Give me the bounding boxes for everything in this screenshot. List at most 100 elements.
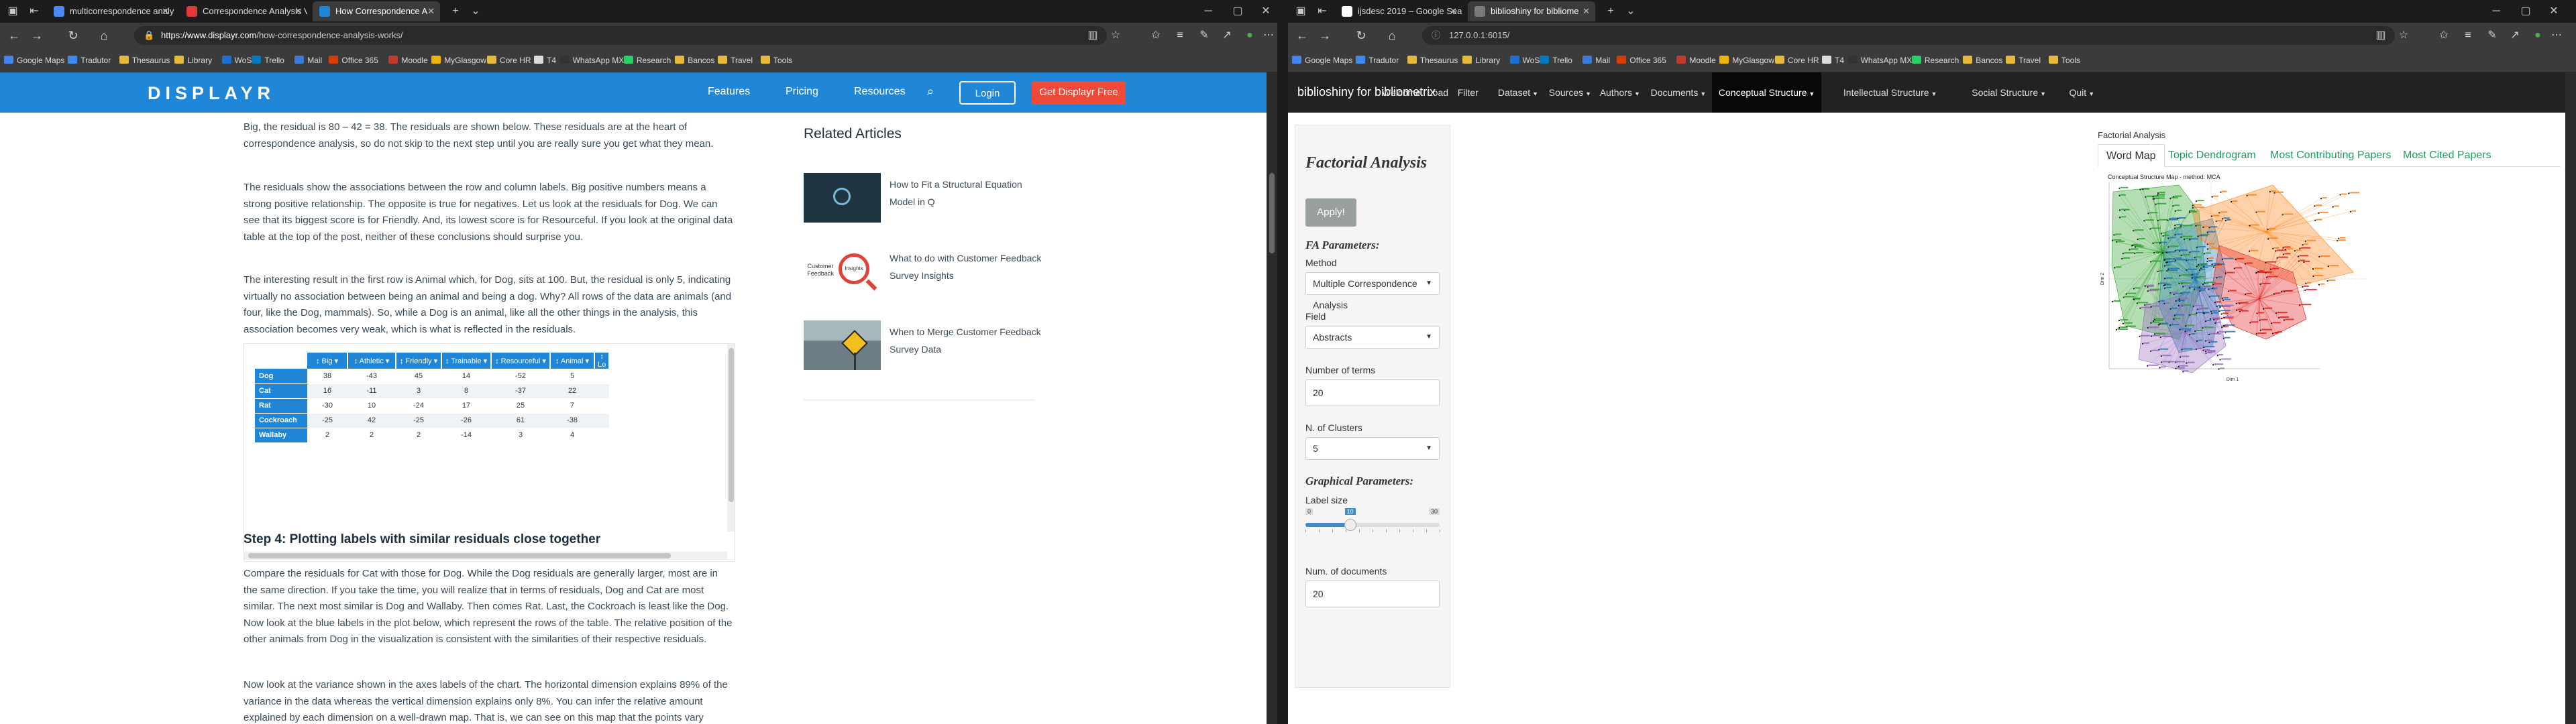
tab-list-icon[interactable]: ⌄	[466, 1, 486, 21]
favorite-tradutor[interactable]: Tradutor	[68, 48, 111, 72]
favorite-t4[interactable]: T4	[1822, 48, 1844, 72]
tab-1[interactable]: ijsdesc 2019 – Google Search ✕	[1335, 1, 1462, 21]
menu-filter[interactable]: Filter	[1458, 87, 1479, 98]
favorite-google-maps[interactable]: Google Maps	[4, 48, 64, 72]
favorite-office-365[interactable]: Office 365	[329, 48, 378, 72]
back-icon[interactable]: ←	[1292, 25, 1312, 46]
favorite-moodle[interactable]: Moodle	[1676, 48, 1716, 72]
favorite-t4[interactable]: T4	[534, 48, 556, 72]
reading-view-icon[interactable]: ▥	[1083, 25, 1103, 46]
field-select[interactable]: Abstracts ▼	[1305, 326, 1440, 349]
reading-view-icon[interactable]: ▥	[2371, 25, 2391, 46]
column-header[interactable]: ↕ Lo	[594, 353, 610, 369]
favorite-wos[interactable]: WoS	[1509, 48, 1540, 72]
menu-conceptual-structure[interactable]: Conceptual Structure ▼	[1711, 72, 1822, 113]
close-tab-icon[interactable]: ✕	[427, 1, 435, 21]
share-icon[interactable]: ↗	[2505, 25, 2525, 46]
close-tab-icon[interactable]: ✕	[162, 1, 169, 21]
window-menu-icon[interactable]: ▣	[1291, 1, 1311, 21]
favorite-office-365[interactable]: Office 365	[1617, 48, 1666, 72]
favorite-bancos[interactable]: Bancos	[675, 48, 714, 72]
maximize-icon[interactable]: ▢	[2516, 1, 2536, 21]
table-vertical-scrollbar[interactable]	[727, 344, 735, 532]
tab-most-cited-papers[interactable]: Most Cited Papers	[2395, 144, 2500, 167]
favorite-myglasgow[interactable]: MyGlasgow	[1719, 48, 1774, 72]
more-icon[interactable]: ⋯	[1258, 25, 1279, 46]
favorite-whatsapp-mx[interactable]: WhatsApp MX	[559, 48, 624, 72]
close-tab-icon[interactable]: ✕	[1450, 1, 1457, 21]
column-header[interactable]: ↕ Friendly ▾	[396, 353, 442, 369]
favorite-core-hr[interactable]: Core HR	[486, 48, 531, 72]
refresh-icon[interactable]: ↻	[63, 25, 83, 46]
column-header[interactable]: ↕ Resourceful ▾	[491, 353, 551, 369]
url-field[interactable]: ⓘ 127.0.0.1:6015/	[1422, 26, 2395, 45]
pen-icon[interactable]: ✎	[2482, 25, 2502, 46]
labelsize-slider[interactable]: 0 30 10	[1305, 507, 1440, 547]
search-icon[interactable]: ⌕	[927, 84, 934, 99]
favorite-mail[interactable]: Mail	[1582, 48, 1610, 72]
page-scrollbar[interactable]	[1267, 72, 1277, 724]
favorite-trello[interactable]: Trello	[1540, 48, 1572, 72]
favorite-thesaurus[interactable]: Thesaurus	[1407, 48, 1458, 72]
nav-resources[interactable]: Resources	[854, 86, 905, 98]
tab-3[interactable]: How Correspondence A ✕	[313, 1, 440, 21]
minimize-icon[interactable]: ─	[1198, 1, 1218, 21]
tab-2[interactable]: biblioshiny for bibliome ✕	[1468, 1, 1595, 21]
close-tab-icon[interactable]: ✕	[294, 1, 302, 21]
nav-features[interactable]: Features	[708, 86, 750, 98]
home-icon[interactable]: ⌂	[1382, 25, 1402, 46]
menu-welcome[interactable]: Welcome	[1382, 87, 1421, 98]
favorites-icon[interactable]: ✩	[1146, 25, 1166, 46]
favorite-tools[interactable]: Tools	[2048, 48, 2080, 72]
tab-2[interactable]: Correspondence Analysis Vi ✕	[180, 1, 307, 21]
extension-icon[interactable]: ●	[1240, 25, 1260, 46]
related-article-3[interactable]: When to Merge Customer Feedback Survey D…	[804, 320, 1045, 374]
tab-list-icon[interactable]: ⌄	[1621, 1, 1641, 21]
home-icon[interactable]: ⌂	[94, 25, 114, 46]
menu-dataset[interactable]: Dataset ▼	[1498, 87, 1538, 98]
displayr-logo[interactable]: DISPLAYR	[148, 83, 275, 104]
tab-most-contributing-papers[interactable]: Most Contributing Papers	[2262, 144, 2400, 167]
favorite-research[interactable]: Research	[1911, 48, 1959, 72]
related-article-1[interactable]: How to Fit a Structural Equation Model i…	[804, 173, 1045, 227]
clusters-select[interactable]: 5 ▼	[1305, 437, 1440, 460]
refresh-icon[interactable]: ↻	[1351, 25, 1371, 46]
table-horizontal-scrollbar[interactable]	[244, 552, 727, 560]
menu-load[interactable]: Load	[1428, 87, 1448, 98]
tab-topic-dendrogram[interactable]: Topic Dendrogram	[2160, 144, 2264, 167]
related-article-2[interactable]: Customer Feedback Insights What to do wi…	[804, 247, 1045, 300]
favorite-research[interactable]: Research	[623, 48, 671, 72]
method-select[interactable]: Multiple Correspondence Analysis ▼	[1305, 272, 1440, 310]
favorite-core-hr[interactable]: Core HR	[1774, 48, 1819, 72]
maximize-icon[interactable]: ▢	[1228, 1, 1248, 21]
favorite-travel[interactable]: Travel	[2006, 48, 2041, 72]
page-scrollbar[interactable]	[2565, 72, 2576, 724]
menu-sources[interactable]: Sources ▼	[1549, 87, 1591, 98]
menu-documents[interactable]: Documents ▼	[1651, 87, 1707, 98]
column-header[interactable]: ↕ Athletic ▾	[347, 353, 396, 369]
favorite-moodle[interactable]: Moodle	[388, 48, 428, 72]
back-tabs-icon[interactable]: ⇤	[24, 1, 44, 21]
tab-1[interactable]: multicorrespondence analysi ✕	[47, 1, 174, 21]
favorite-travel[interactable]: Travel	[718, 48, 753, 72]
extension-icon[interactable]: ●	[2528, 25, 2548, 46]
forward-icon[interactable]: →	[27, 25, 47, 46]
terms-input[interactable]: 20	[1305, 379, 1440, 406]
favorite-google-maps[interactable]: Google Maps	[1292, 48, 1352, 72]
column-header[interactable]: ↕ Big ▾	[307, 353, 348, 369]
related-article-title[interactable]: When to Merge Customer Feedback Survey D…	[890, 323, 1044, 358]
back-tabs-icon[interactable]: ⇤	[1312, 1, 1332, 21]
reading-list-icon[interactable]: ≡	[1170, 25, 1190, 46]
favorite-trello[interactable]: Trello	[252, 48, 284, 72]
column-header[interactable]: ↕ Trainable ▾	[441, 353, 492, 369]
docs-input[interactable]: 20	[1305, 581, 1440, 607]
share-icon[interactable]: ↗	[1217, 25, 1237, 46]
column-header[interactable]: ↕ Animal ▾	[550, 353, 595, 369]
favorite-star-icon[interactable]: ☆	[2394, 25, 2414, 46]
related-article-title[interactable]: How to Fit a Structural Equation Model i…	[890, 176, 1044, 210]
forward-icon[interactable]: →	[1315, 25, 1335, 46]
favorite-mail[interactable]: Mail	[294, 48, 322, 72]
menu-quit[interactable]: Quit ▼	[2070, 87, 2095, 98]
favorite-library[interactable]: Library	[174, 48, 212, 72]
more-icon[interactable]: ⋯	[2546, 25, 2567, 46]
